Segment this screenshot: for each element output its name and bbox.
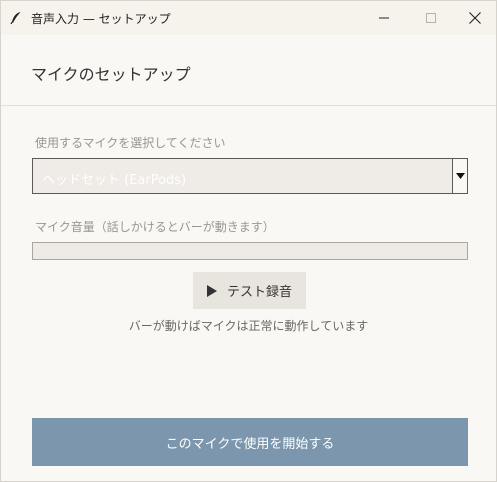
minimize-button[interactable] (361, 1, 407, 35)
setup-window: 音声入力 — セットアップ マイクのセットアップ 使用するマイクを選択してくださ… (0, 0, 497, 482)
hint-text: バーが動けばマイクは正常に動作しています (128, 319, 369, 333)
page-header: マイクのセットアップ (1, 35, 496, 106)
volume-meter (32, 242, 468, 260)
mic-select-value: ヘッドセット (EarPods) (42, 173, 187, 188)
caret-down-icon (455, 173, 465, 179)
feather-icon (10, 12, 21, 25)
play-icon (206, 284, 217, 297)
mic-select-label: 使用するマイクを選択してください (35, 136, 226, 150)
maximize-button[interactable] (408, 1, 454, 35)
minimize-icon (379, 17, 389, 19)
test-record-button[interactable]: テスト録音 (193, 272, 306, 309)
start-using-mic-button[interactable]: このマイクで使用を開始する (32, 418, 468, 466)
start-using-mic-label: このマイクで使用を開始する (165, 436, 335, 452)
close-button[interactable] (452, 1, 497, 35)
mic-select-dropdown-button[interactable] (452, 159, 467, 193)
mic-select[interactable]: ヘッドセット (EarPods) (32, 158, 468, 194)
window-title: 音声入力 — セットアップ (31, 12, 171, 26)
volume-label: マイク音量（話しかけるとバーが動きます） (35, 220, 275, 234)
page-title: マイクのセットアップ (31, 65, 191, 84)
close-icon (469, 12, 481, 24)
test-record-label: テスト録音 (226, 285, 292, 300)
maximize-icon (426, 13, 436, 23)
title-bar[interactable]: 音声入力 — セットアップ (1, 1, 496, 35)
